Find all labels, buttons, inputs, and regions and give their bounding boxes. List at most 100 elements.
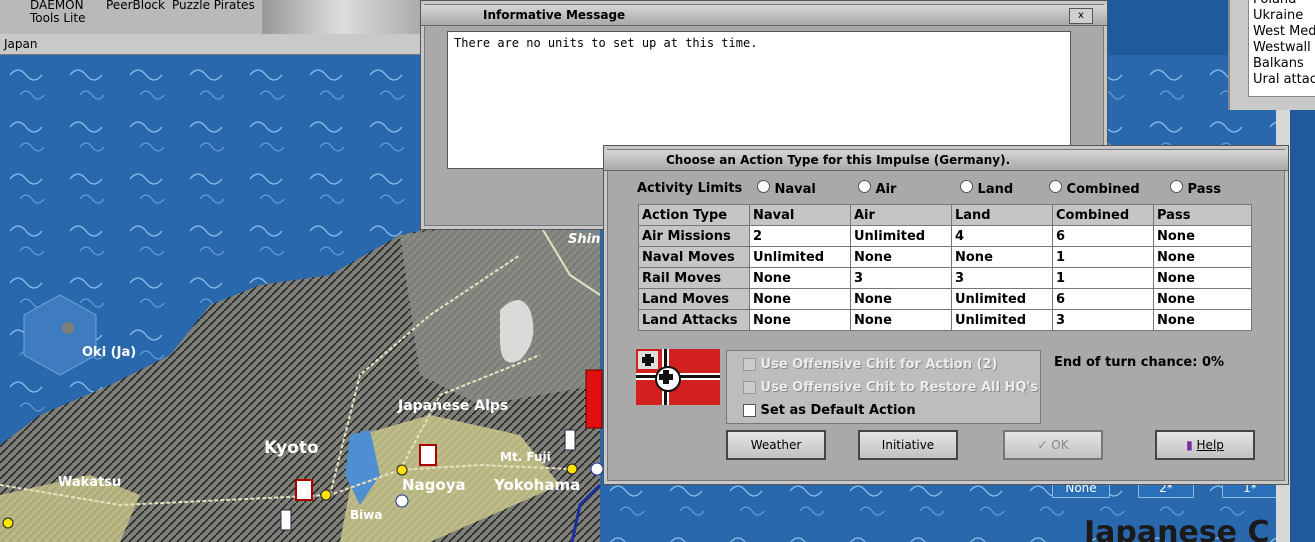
city-dot-nagoya[interactable] bbox=[396, 464, 408, 476]
table-cell: Unlimited bbox=[951, 309, 1053, 331]
table-header-row: Action Type Naval Air Land Combined Pass bbox=[638, 204, 1252, 226]
table-row: Land Attacks None None Unlimited 3 None bbox=[638, 309, 1252, 331]
action-dialog-titlebar[interactable]: Choose an Action Type for this Impulse (… bbox=[604, 150, 1288, 171]
table-cell: 6 bbox=[1052, 288, 1154, 310]
table-header-cell: Action Type bbox=[638, 204, 750, 226]
label-japanese-alps: Japanese Alps bbox=[397, 398, 508, 414]
label-oki: Oki (Ja) bbox=[82, 345, 136, 360]
table-cell: None bbox=[749, 288, 851, 310]
table-cell: None bbox=[1153, 267, 1252, 289]
help-book-icon: ▮ bbox=[1186, 438, 1193, 452]
table-cell: 1 bbox=[1052, 246, 1154, 268]
restore-hq-checkbox-box[interactable] bbox=[743, 381, 756, 394]
radio-combined-button[interactable] bbox=[1049, 180, 1062, 193]
message-text: There are no units to set up at this tim… bbox=[454, 36, 758, 50]
radio-pass-button[interactable] bbox=[1170, 180, 1183, 193]
side-list-item[interactable]: Poland bbox=[1249, 0, 1315, 8]
action-dialog-title: Choose an Action Type for this Impulse (… bbox=[666, 153, 1011, 167]
radio-naval-button[interactable] bbox=[757, 180, 770, 193]
table-cell: None bbox=[951, 246, 1053, 268]
radio-pass[interactable]: Pass bbox=[1170, 180, 1221, 197]
table-cell: 2 bbox=[749, 225, 851, 247]
label-kyoto: Kyoto bbox=[264, 438, 319, 458]
offensive-chit-checkbox-box[interactable] bbox=[743, 358, 756, 371]
city-dot-yokohama[interactable] bbox=[566, 463, 578, 475]
table-header-cell: Naval bbox=[749, 204, 851, 226]
city-dot-kyoto[interactable] bbox=[320, 489, 332, 501]
desktop-icon-daemon-label-2[interactable]: Tools Lite bbox=[30, 12, 85, 25]
restore-hq-checkbox[interactable]: Use Offensive Chit to Restore All HQ's bbox=[743, 380, 1038, 395]
radio-air-button[interactable] bbox=[858, 180, 871, 193]
label-wakatsu: Wakatsu bbox=[58, 475, 121, 490]
default-action-label: Set as Default Action bbox=[760, 403, 916, 418]
desktop-wallpaper-photo bbox=[262, 0, 422, 34]
side-list-item[interactable]: West Med bbox=[1249, 24, 1315, 40]
radio-land-button[interactable] bbox=[960, 180, 973, 193]
table-header-cell: Land bbox=[951, 204, 1053, 226]
radio-pass-label: Pass bbox=[1187, 182, 1221, 197]
table-header-cell: Combined bbox=[1052, 204, 1154, 226]
table-row: Naval Moves Unlimited None None 1 None bbox=[638, 246, 1252, 268]
weather-button[interactable]: Weather bbox=[726, 430, 826, 460]
radio-combined-label: Combined bbox=[1066, 182, 1140, 197]
action-type-dialog: Choose an Action Type for this Impulse (… bbox=[603, 145, 1289, 485]
table-row: Rail Moves None 3 3 1 None bbox=[638, 267, 1252, 289]
side-list[interactable]: Poland Ukraine West Med Westwall Balkans… bbox=[1248, 0, 1315, 97]
help-button[interactable]: ▮ Help bbox=[1155, 430, 1255, 460]
anchor-icon-2[interactable] bbox=[590, 462, 604, 476]
table-cell: None bbox=[749, 267, 851, 289]
table-row: Land Moves None None Unlimited 6 None bbox=[638, 288, 1252, 310]
label-shin: Shin bbox=[568, 232, 600, 247]
table-cell: None bbox=[749, 309, 851, 331]
radio-air-label: Air bbox=[875, 182, 897, 197]
side-list-item[interactable]: Ukraine bbox=[1249, 8, 1315, 24]
table-cell: 3 bbox=[850, 267, 952, 289]
city-dot-west[interactable] bbox=[2, 517, 14, 529]
table-cell: None bbox=[1153, 246, 1252, 268]
close-icon[interactable]: x bbox=[1069, 8, 1093, 24]
table-cell: None bbox=[850, 246, 952, 268]
table-cell: 4 bbox=[951, 225, 1053, 247]
informative-message-title: Informative Message bbox=[483, 8, 626, 22]
map-window-titlebar[interactable]: Japan bbox=[0, 34, 420, 55]
side-list-item[interactable]: Westwall bbox=[1249, 40, 1315, 56]
offensive-chit-label: Use Offensive Chit for Action (2) bbox=[760, 357, 998, 372]
japanese-unit-counter-2[interactable] bbox=[295, 479, 313, 501]
naval-unit-counter[interactable] bbox=[564, 429, 576, 451]
table-cell: 3 bbox=[1052, 309, 1154, 331]
table-cell: None bbox=[1153, 288, 1252, 310]
table-header-cell: Air bbox=[850, 204, 952, 226]
radio-combined[interactable]: Combined bbox=[1049, 180, 1140, 197]
table-row-header: Naval Moves bbox=[638, 246, 750, 268]
initiative-button[interactable]: Initiative bbox=[858, 430, 958, 460]
side-list-item[interactable]: Ural attac bbox=[1249, 72, 1315, 88]
naval-unit-counter-2[interactable] bbox=[280, 509, 292, 531]
help-button-label: Help bbox=[1196, 438, 1224, 452]
radio-land[interactable]: Land bbox=[960, 180, 1013, 197]
map-window-title: Japan bbox=[4, 37, 38, 51]
table-cell: 3 bbox=[951, 267, 1053, 289]
table-cell: None bbox=[850, 288, 952, 310]
table-cell: None bbox=[1153, 225, 1252, 247]
oki-island bbox=[62, 322, 74, 334]
table-row-header: Air Missions bbox=[638, 225, 750, 247]
default-action-checkbox[interactable]: Set as Default Action bbox=[743, 403, 916, 418]
japanese-unit-counter[interactable] bbox=[419, 444, 437, 466]
informative-message-titlebar[interactable]: Informative Message bbox=[421, 5, 1107, 26]
desktop-icon-peerblock-label[interactable]: PeerBlock bbox=[106, 0, 165, 12]
activity-limits-label: Activity Limits bbox=[637, 181, 743, 196]
radio-naval[interactable]: Naval bbox=[757, 180, 816, 197]
side-list-item[interactable]: Balkans bbox=[1249, 56, 1315, 72]
offensive-chit-checkbox[interactable]: Use Offensive Chit for Action (2) bbox=[743, 357, 997, 372]
ok-button[interactable]: ✓ OK bbox=[1003, 430, 1103, 460]
label-mt-fuji: Mt. Fuji bbox=[500, 450, 551, 464]
german-flag-icon bbox=[636, 349, 720, 405]
label-sea-large: Japanese C bbox=[1082, 515, 1270, 542]
radio-air[interactable]: Air bbox=[858, 180, 896, 197]
red-unit-stack[interactable] bbox=[585, 369, 603, 429]
table-row-header: Rail Moves bbox=[638, 267, 750, 289]
anchor-icon[interactable] bbox=[395, 494, 409, 508]
default-action-checkbox-box[interactable] bbox=[743, 404, 756, 417]
table-cell: 6 bbox=[1052, 225, 1154, 247]
desktop-icon-puzzle-pirates-label[interactable]: Puzzle Pirates bbox=[172, 0, 255, 12]
